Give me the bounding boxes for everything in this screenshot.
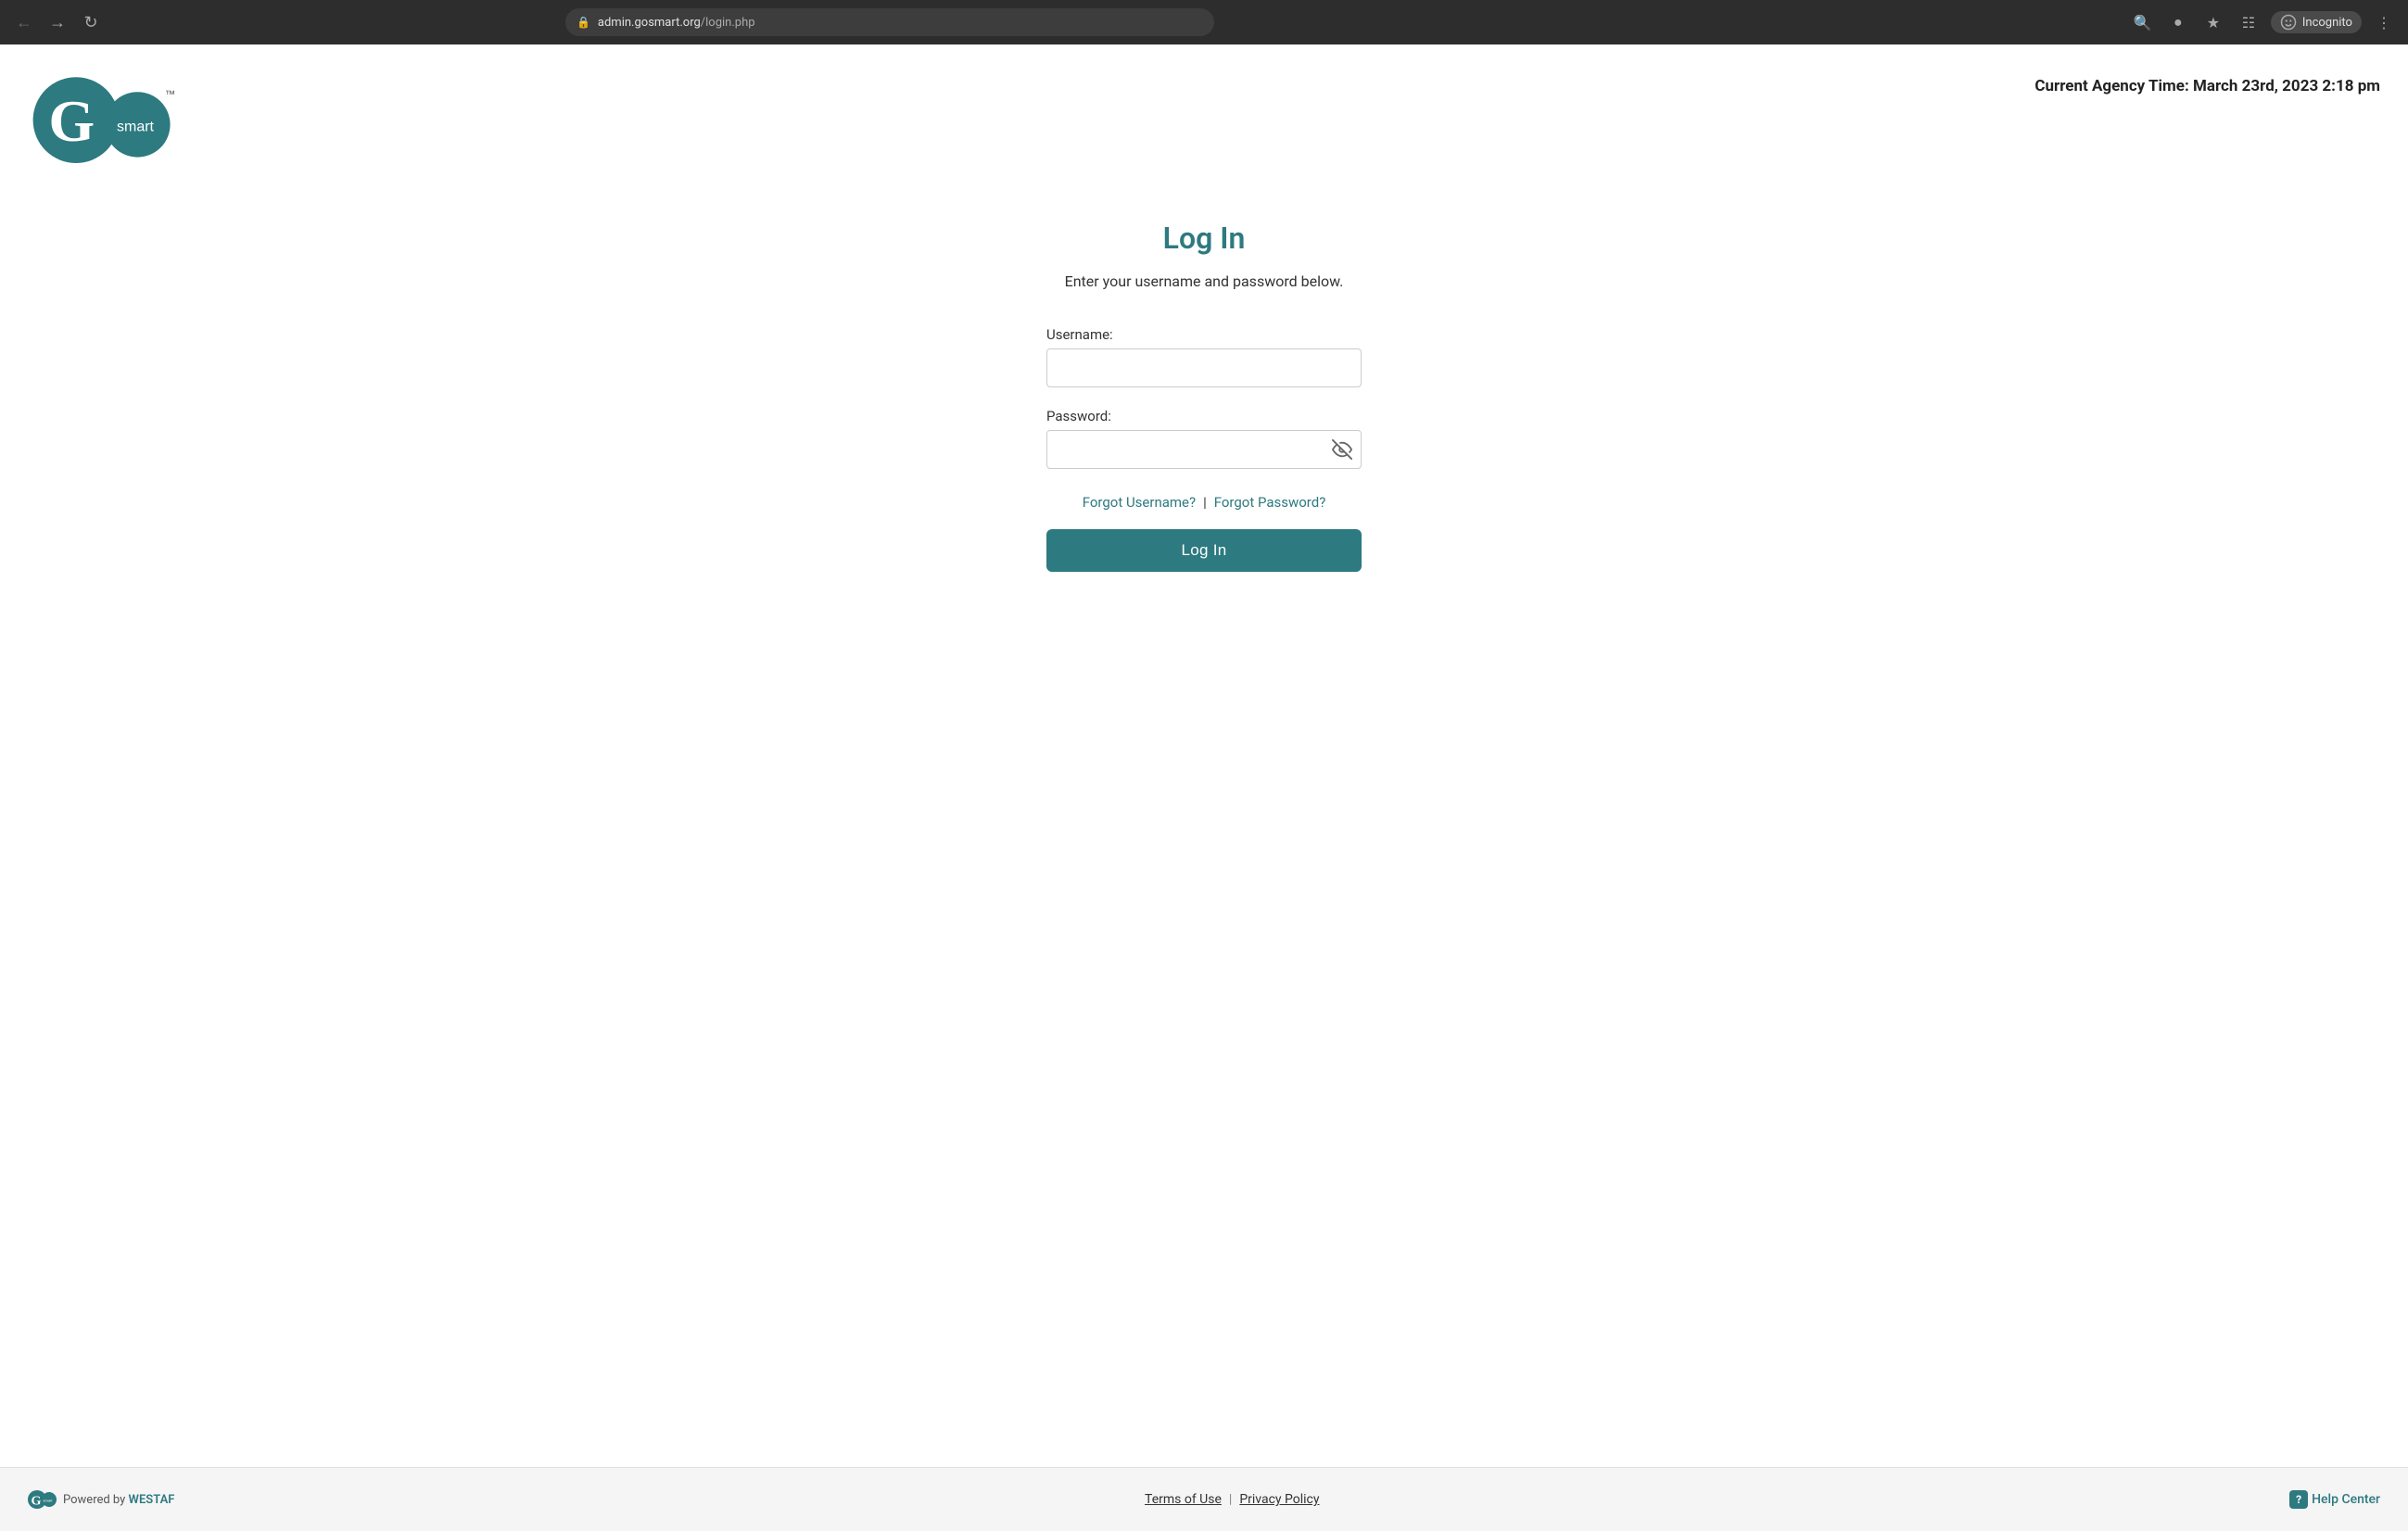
svg-text:G: G [48, 88, 95, 154]
page-footer: G smart Powered by WESTAF Terms of Use |… [0, 1467, 2408, 1531]
page-header: G smart ™ Current Agency Time: March 23r… [0, 44, 2408, 183]
page-wrapper: G smart ™ Current Agency Time: March 23r… [0, 44, 2408, 1531]
forgot-separator: | [1203, 494, 1207, 511]
password-group: Password: [1046, 408, 1362, 469]
logo-container: G smart ™ [28, 63, 176, 174]
forgot-username-link[interactable]: Forgot Username? [1083, 494, 1196, 511]
login-button[interactable]: Log In [1046, 529, 1362, 572]
url-text: admin.gosmart.org/login.php [598, 16, 755, 30]
agency-time: Current Agency Time: March 23rd, 2023 2:… [2034, 63, 2380, 95]
reader-mode-icon[interactable]: ☷ [2236, 9, 2262, 35]
forgot-password-link[interactable]: Forgot Password? [1214, 494, 1326, 511]
menu-icon[interactable]: ⋮ [2371, 9, 2397, 35]
search-icon[interactable]: 🔍 [2130, 9, 2156, 35]
help-icon: ? [2289, 1490, 2308, 1509]
footer-divider: | [1229, 1492, 1232, 1507]
password-label: Password: [1046, 408, 1362, 424]
powered-by-text: Powered by WESTAF [63, 1493, 174, 1507]
terms-of-use-link[interactable]: Terms of Use [1145, 1492, 1222, 1507]
incognito-label: Incognito [2302, 16, 2352, 30]
gosmart-logo: G smart ™ [28, 63, 176, 174]
username-group: Username: [1046, 326, 1362, 387]
forgot-links: Forgot Username? | Forgot Password? [1046, 493, 1362, 511]
footer-logo-icon: G smart [28, 1485, 57, 1514]
username-input[interactable] [1046, 348, 1362, 387]
forward-button[interactable]: → [44, 9, 70, 35]
refresh-button[interactable]: ↻ [78, 9, 104, 35]
svg-text:™: ™ [165, 90, 175, 101]
login-subtitle: Enter your username and password below. [1065, 271, 1344, 293]
svg-text:G: G [32, 1495, 42, 1509]
help-center-link[interactable]: ? Help Center [2289, 1490, 2380, 1509]
browser-actions: 🔍 ● ★ ☷ Incognito ⋮ [2130, 9, 2397, 35]
login-title: Log In [1163, 221, 1246, 256]
footer-center: Terms of Use | Privacy Policy [1145, 1492, 1319, 1507]
eye-off-icon [1332, 439, 1352, 460]
privacy-policy-link[interactable]: Privacy Policy [1239, 1492, 1319, 1507]
svg-text:smart: smart [44, 1499, 54, 1503]
password-input[interactable] [1046, 430, 1362, 469]
footer-left: G smart Powered by WESTAF [28, 1485, 174, 1514]
browser-chrome: ← → ↻ 🔒 admin.gosmart.org/login.php 🔍 ● … [0, 0, 2408, 44]
address-bar[interactable]: 🔒 admin.gosmart.org/login.php [565, 8, 1214, 36]
help-center-label: Help Center [2312, 1492, 2380, 1507]
back-button[interactable]: ← [11, 9, 37, 35]
incognito-badge[interactable]: Incognito [2271, 11, 2362, 33]
svg-text:smart: smart [117, 120, 155, 135]
login-form: Username: Password: Forg [1046, 326, 1362, 572]
lock-icon: 🔒 [577, 16, 590, 29]
extension-icon[interactable]: ● [2165, 9, 2191, 35]
password-wrapper [1046, 430, 1362, 469]
footer-right: ? Help Center [2289, 1490, 2380, 1509]
toggle-password-button[interactable] [1332, 439, 1352, 460]
bookmark-icon[interactable]: ★ [2200, 9, 2226, 35]
westaf-link[interactable]: WESTAF [129, 1493, 175, 1507]
main-content: Log In Enter your username and password … [0, 183, 2408, 1467]
username-label: Username: [1046, 326, 1362, 343]
